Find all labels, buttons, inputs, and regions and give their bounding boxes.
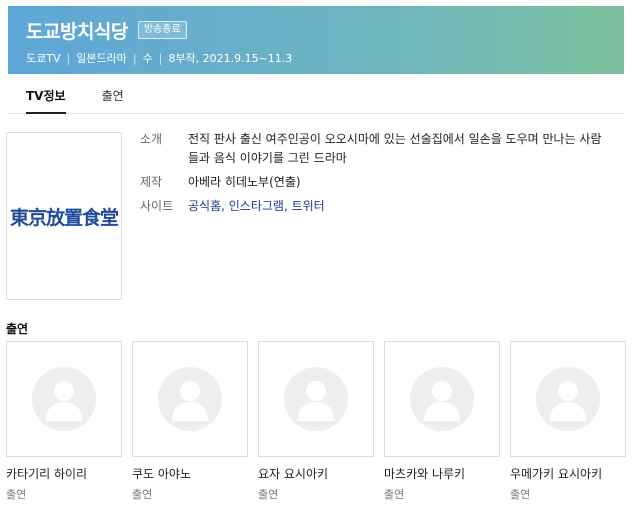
poster-title-text: 東京放置食堂 (9, 206, 119, 229)
meta-separator: | (132, 51, 137, 65)
person-placeholder-icon (284, 367, 348, 431)
cast-role: 출연 (384, 488, 405, 501)
production-label: 제작 (140, 175, 163, 189)
meta-separator: | (66, 51, 71, 65)
cast-name[interactable]: 카타기리 하이리 (6, 465, 122, 482)
intro-label: 소개 (140, 132, 163, 146)
cast-photo[interactable] (384, 341, 500, 457)
cast-role: 출연 (510, 488, 531, 501)
cast-photo[interactable] (6, 341, 122, 457)
cast-role: 출연 (132, 488, 153, 501)
meta-separator: | (158, 51, 163, 65)
cast-name[interactable]: 마츠카와 나루키 (384, 465, 500, 482)
cast-photo[interactable] (510, 341, 626, 457)
cast-name[interactable]: 요자 요시아키 (258, 465, 374, 482)
tab-cast[interactable]: 출연 (102, 74, 124, 113)
production-value[interactable]: 아베라 히데노부(연출) (188, 173, 610, 192)
info-row-intro: 소개 전직 판사 출신 여주인공이 오오시마에 있는 선술집에서 일손을 도우며… (140, 130, 610, 168)
person-placeholder-icon (536, 367, 600, 431)
tab-tv-info[interactable]: TV정보 (26, 74, 66, 114)
episodes-period: 8부작, 2021.9.15~11.3 (168, 52, 293, 65)
program-header: 도교방치식당 방송종료 도쿄TV | 일본드라마 | 수 | 8부작, 2021… (8, 6, 624, 74)
cast-card[interactable]: 카타기리 하이리 출연 (6, 341, 122, 502)
broadcaster: 도쿄TV (26, 52, 61, 65)
cast-photo[interactable] (258, 341, 374, 457)
cast-name[interactable]: 우메가키 요시아키 (510, 465, 626, 482)
cast-card[interactable]: 우메가키 요시아키 출연 (510, 341, 626, 502)
program-title[interactable]: 도교방치식당 (26, 17, 128, 44)
cast-role: 출연 (6, 488, 27, 501)
cast-card[interactable]: 마츠카와 나루키 출연 (384, 341, 500, 502)
cast-list: 카타기리 하이리 출연 쿠도 아야노 출연 요자 요시아키 출연 마츠카와 나루… (6, 341, 626, 502)
site-label: 사이트 (140, 199, 174, 213)
program-meta: 도쿄TV | 일본드라마 | 수 | 8부작, 2021.9.15~11.3 (26, 50, 606, 66)
cast-photo[interactable] (132, 341, 248, 457)
info-row-site: 사이트 공식홈, 인스타그램, 트위터 (140, 197, 610, 216)
cast-heading: 출연 (6, 322, 29, 336)
person-placeholder-icon (32, 367, 96, 431)
person-placeholder-icon (158, 367, 222, 431)
cast-card[interactable]: 요자 요시아키 출연 (258, 341, 374, 502)
intro-value: 전직 판사 출신 여주인공이 오오시마에 있는 선술집에서 일손을 도우며 만나… (188, 132, 602, 165)
program-poster[interactable]: 東京放置食堂 (6, 132, 122, 300)
cast-role: 출연 (258, 488, 279, 501)
cast-name[interactable]: 쿠도 아야노 (132, 465, 248, 482)
info-row-production: 제작 아베라 히데노부(연출) (140, 173, 610, 192)
genre: 일본드라마 (76, 52, 127, 65)
status-badge: 방송종료 (137, 21, 187, 39)
air-day: 수 (142, 52, 153, 65)
info-tabs: TV정보 출연 (8, 74, 624, 114)
cast-card[interactable]: 쿠도 아야노 출연 (132, 341, 248, 502)
site-links[interactable]: 공식홈, 인스타그램, 트위터 (188, 197, 610, 216)
person-placeholder-icon (410, 367, 474, 431)
program-info: 소개 전직 판사 출신 여주인공이 오오시마에 있는 선술집에서 일손을 도우며… (140, 130, 610, 221)
